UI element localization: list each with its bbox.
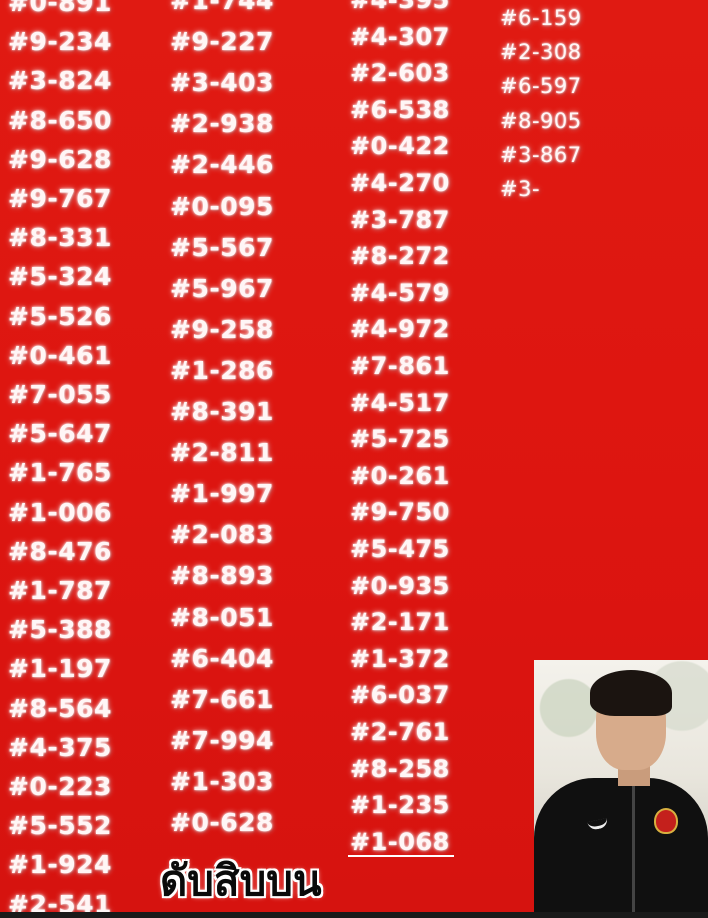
number-entry: #0-095 [170,191,274,221]
number-entry: #4-270 [350,169,450,197]
number-entry: #8-272 [350,242,450,271]
number-entry: #1-997 [170,479,274,509]
number-entry: #5-388 [8,615,112,645]
number-entry: #2-761 [350,718,450,746]
number-entry: #1-286 [170,355,274,385]
number-entry: #1-303 [170,766,274,796]
number-entry: #3-787 [350,205,450,234]
person-photo [534,660,708,912]
number-entry: #9-750 [350,498,450,527]
number-entry: #1-744 [170,0,274,15]
number-entry: #0-628 [170,808,274,837]
number-entry: #5-552 [8,811,112,841]
number-entry: #3-403 [170,68,274,98]
number-entry: #8-905 [500,108,582,133]
number-entry: #9-767 [8,184,112,213]
number-entry: #0-935 [350,571,450,600]
number-entry: #4-395 [350,0,450,14]
number-entry: #8-051 [170,602,274,632]
caption-title: ดับสิบบน [160,856,322,905]
number-entry: #5-725 [350,425,450,454]
number-entry: #0-422 [350,132,450,161]
number-entry: #1-924 [8,850,112,880]
number-entry: #0-461 [8,340,112,370]
number-entry: #1-068 [350,827,450,856]
number-entry: #3-867 [500,142,582,167]
number-entry: #5-967 [170,273,274,303]
number-entry: #4-579 [350,278,450,307]
number-entry: #2-308 [500,40,582,65]
number-entry: #7-861 [350,352,450,380]
lottery-number-sheet: #0-891 #9-234 #3-824 #8-650 #9-628 #9-767 #8-3… [0,0,708,912]
number-entry: #1-235 [350,791,450,820]
number-entry: #0-891 [8,0,112,17]
number-entry: #6-404 [170,643,274,673]
number-entry: #2-541 [8,889,112,912]
number-entry: #6-037 [350,681,450,710]
number-entry: #1-765 [8,458,112,488]
number-entry: #8-476 [8,536,112,566]
number-entry: #3-824 [8,66,112,96]
number-entry: #2-938 [170,109,274,139]
number-entry: #8-331 [8,223,112,253]
number-entry: #2-603 [350,59,450,88]
underline-divider [348,855,454,857]
number-entry: #2-083 [170,520,274,550]
number-entry: #1-197 [8,654,112,684]
number-entry: #2-446 [170,150,274,180]
number-entry: #8-893 [170,561,274,591]
number-entry: #5-475 [350,535,450,563]
number-entry: #6-538 [350,95,450,124]
number-entry: #5-647 [8,419,112,449]
number-entry: #7-661 [170,684,274,714]
number-entry: #9-258 [170,314,274,344]
number-entry: #8-391 [170,397,274,426]
number-entry: #8-650 [8,105,112,135]
number-entry: #1-787 [8,576,112,605]
club-crest-icon [654,808,678,834]
number-entry: #1-006 [8,497,112,527]
number-entry: #0-261 [350,461,450,490]
bottom-edge-bar [0,912,708,918]
number-entry: #1-372 [350,644,450,673]
number-entry: #4-517 [350,388,450,417]
number-entry: #7-055 [8,380,112,409]
number-entry: #9-227 [170,27,274,57]
number-entry: #7-994 [170,725,274,755]
number-entry: #2-171 [350,608,450,637]
number-entry: #5-567 [170,232,274,262]
number-entry: #6-159 [500,6,582,30]
number-entry: #9-234 [8,27,112,57]
number-entry: #8-564 [8,693,112,723]
number-entry: #5-526 [8,301,112,331]
jacket-shape [534,778,708,912]
number-entry: #4-972 [350,315,450,344]
number-entry: #0-223 [8,772,112,801]
number-entry: #9-628 [8,144,112,174]
number-entry: #5-324 [8,262,112,292]
number-entry: #6-597 [500,74,582,99]
number-entry: #8-258 [350,754,450,783]
number-entry: #2-811 [170,438,274,468]
number-entry: #4-307 [350,22,450,51]
number-entry: #4-375 [8,732,112,762]
number-entry: #3- [500,177,541,201]
